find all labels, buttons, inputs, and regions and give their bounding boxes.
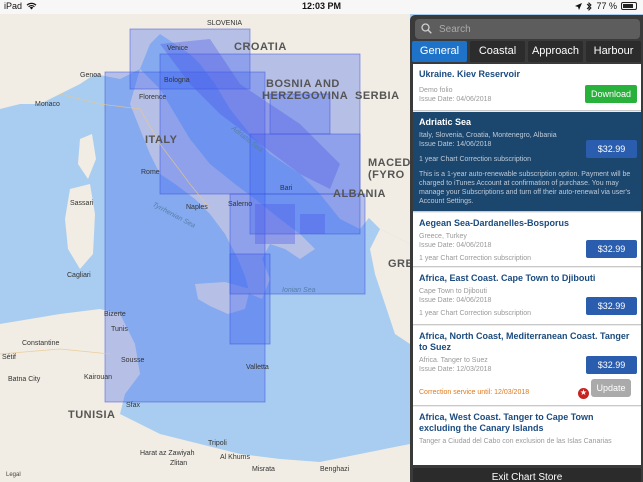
map-label-sfax: Sfax	[126, 402, 141, 409]
map-label-bosnia: BOSNIA AND	[266, 78, 340, 90]
search-bar[interactable]	[415, 19, 640, 39]
download-button[interactable]: Download	[585, 85, 637, 103]
item-title: Africa, West Coast. Tanger to Cape Town …	[419, 412, 594, 433]
map-label-setif: Sétif	[2, 354, 17, 361]
bluetooth-icon	[587, 1, 593, 11]
map-label-albania: ALBANIA	[333, 188, 386, 200]
map-label-croatia: CROATIA	[234, 41, 287, 53]
map-label-serbia: SERBIA	[355, 90, 400, 102]
map-label-khums: Al Khums	[220, 454, 250, 461]
item-title: Adriatic Sea	[419, 117, 472, 127]
legal-link[interactable]: Legal	[6, 472, 21, 478]
map-label-monaco: Monaco	[35, 101, 60, 108]
search-icon	[421, 23, 432, 34]
battery-icon	[621, 2, 637, 10]
list-item-africa-west-coast[interactable]: Africa, West Coast. Tanger to Cape Town …	[413, 407, 641, 465]
map-label-bologna: Bologna	[164, 77, 190, 84]
price-button[interactable]: $32.99	[586, 297, 637, 315]
map-label-tripoli: Tripoli	[208, 440, 227, 447]
list-item-kiev-reservoir[interactable]: Ukraine. Kiev Reservoir Demo folio Issue…	[413, 64, 641, 111]
price-button[interactable]: $32.99	[586, 356, 637, 374]
map-label-kairouan: Kairouan	[84, 374, 113, 381]
clock: 12:03 PM	[301, 1, 342, 11]
chart-store-panel: General Coastal Approach Harbour Ukraine…	[410, 15, 643, 482]
map-label-constantine: Constantine	[22, 340, 60, 347]
map-label-zlitan: Zlitan	[170, 460, 188, 467]
search-input[interactable]	[439, 21, 634, 37]
tab-approach[interactable]: Approach	[528, 41, 583, 62]
map-label-naples: Naples	[186, 204, 208, 211]
status-bar: iPad 12:03 PM 77 %	[0, 0, 643, 14]
update-button[interactable]: Update	[591, 379, 631, 397]
item-title: Africa, East Coast. Cape Town to Djibout…	[419, 273, 596, 283]
map-label-slovenia: SLOVENIA	[207, 20, 243, 27]
map-label-tunisia: TUNISIA	[68, 409, 116, 421]
list-item-aegean-sea[interactable]: Aegean Sea-Dardanelles-Bosporus Greece, …	[413, 213, 641, 267]
map-label-tunis: Tunis	[111, 326, 128, 333]
item-subtitle: Italy, Slovenia, Croatia, Montenegro, Al…	[419, 132, 557, 139]
list-item-africa-east-coast[interactable]: Africa, East Coast. Cape Town to Djibout…	[413, 268, 641, 325]
map-label-bizerte: Bizerte	[104, 311, 126, 318]
list-item-africa-north-coast[interactable]: Africa, North Coast, Mediterranean Coast…	[413, 326, 641, 406]
map-label-benghazi: Benghazi	[320, 466, 350, 473]
category-tabs: General Coastal Approach Harbour	[412, 41, 641, 62]
item-subtitle: Tanger a Ciudad del Cabo con exclusion d…	[419, 438, 612, 445]
map-label-ionian: Ionian Sea	[282, 287, 316, 294]
item-subtitle: Cape Town to Djibouti	[419, 288, 487, 295]
map-label-sassari: Sassari	[70, 200, 94, 207]
map-label-venice: Venice	[167, 45, 189, 52]
map-label-italy: ITALY	[145, 134, 178, 146]
location-arrow-icon	[575, 2, 583, 10]
map-label-rome: Rome	[141, 169, 160, 176]
list-item-adriatic-sea[interactable]: Adriatic Sea Italy, Slovenia, Croatia, M…	[413, 112, 641, 212]
tab-harbour[interactable]: Harbour	[586, 41, 641, 62]
item-description: This is a 1-year auto-renewable subscrip…	[419, 171, 631, 205]
map-label-florence: Florence	[139, 94, 167, 101]
map-label-cagliari: Cagliari	[67, 272, 91, 279]
item-title: Africa, North Coast, Mediterranean Coast…	[419, 331, 630, 352]
map-label-valletta: Valletta	[246, 364, 269, 371]
map-label-harat: Harat az Zawiyah	[140, 450, 195, 457]
map-label-macedonia: MACED	[368, 157, 411, 169]
map-label-genoa: Genoa	[80, 72, 102, 79]
correction-service-text: Correction service until: 12/03/2018	[419, 389, 530, 396]
map-label-batna: Batna City	[8, 376, 41, 383]
map-label-fyro: (FYRO	[368, 169, 405, 181]
star-badge-icon: ★	[577, 387, 590, 400]
price-button[interactable]: $32.99	[586, 140, 637, 158]
item-title: Aegean Sea-Dardanelles-Bosporus	[419, 218, 570, 228]
map-label-salerno: Salerno	[228, 201, 253, 208]
tab-coastal[interactable]: Coastal	[470, 41, 525, 62]
tab-general[interactable]: General	[412, 41, 467, 62]
battery-percent: 77 %	[596, 1, 617, 11]
map-label-misrata: Misrata	[252, 466, 275, 473]
map-label-bari: Bari	[280, 185, 293, 192]
chart-list[interactable]: Ukraine. Kiev Reservoir Demo folio Issue…	[413, 64, 641, 465]
exit-chart-store-button[interactable]: Exit Chart Store	[413, 468, 641, 482]
price-button[interactable]: $32.99	[586, 240, 637, 258]
map-label-herzegovina: HERZEGOVINA	[262, 90, 349, 102]
map-label-sousse: Sousse	[121, 357, 145, 364]
item-title: Ukraine. Kiev Reservoir	[419, 69, 521, 79]
